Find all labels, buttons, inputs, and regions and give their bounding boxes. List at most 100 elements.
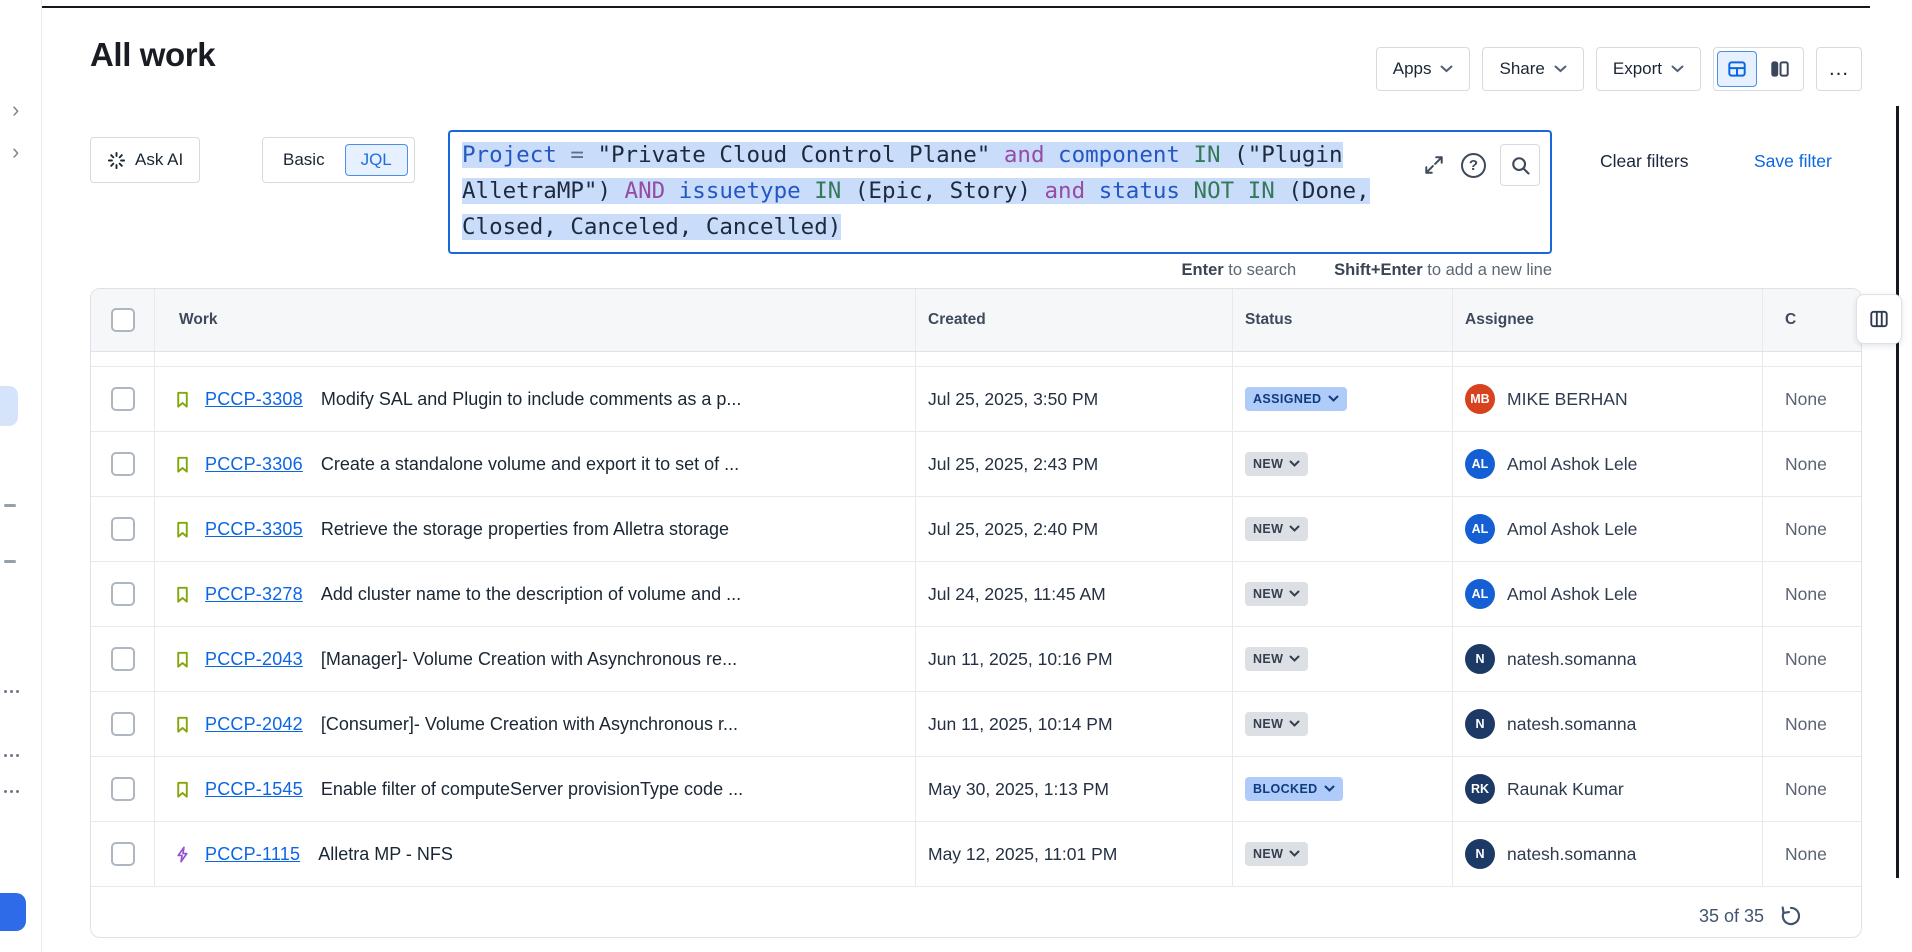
col-header-comments[interactable]: C <box>1763 289 1861 351</box>
comments-value: None <box>1763 562 1861 626</box>
comments-value: None <box>1763 757 1861 821</box>
row-checkbox[interactable] <box>111 777 135 801</box>
avatar: AL <box>1465 514 1495 544</box>
clear-filters-button[interactable]: Clear filters <box>1594 150 1695 173</box>
table-row: PCCP-2042 [Consumer]- Volume Creation wi… <box>91 692 1861 757</box>
chevron-down-icon <box>1289 655 1300 663</box>
assignee-name: Raunak Kumar <box>1507 779 1624 800</box>
help-icon[interactable]: ? <box>1461 153 1486 178</box>
apps-button[interactable]: Apps <box>1376 47 1471 91</box>
page-title: All work <box>90 36 215 74</box>
export-button[interactable]: Export <box>1596 47 1701 91</box>
jql-query-input[interactable]: Project = "Private Cloud Control Plane" … <box>448 130 1552 254</box>
chevron-down-icon <box>1289 590 1300 598</box>
ask-ai-button[interactable]: Ask AI <box>90 137 200 183</box>
table-row: PCCP-3308 Modify SAL and Plugin to inclu… <box>91 367 1861 432</box>
issue-key-link[interactable]: PCCP-3305 <box>205 519 303 540</box>
story-icon <box>173 780 192 799</box>
story-icon <box>173 650 192 669</box>
issue-key-link[interactable]: PCCP-3308 <box>205 389 303 410</box>
assignee-name: natesh.somanna <box>1507 844 1636 865</box>
status-badge[interactable]: NEW <box>1245 582 1308 606</box>
column-settings-button[interactable] <box>1856 294 1902 344</box>
avatar: AL <box>1465 579 1495 609</box>
avatar: RK <box>1465 774 1495 804</box>
expand-icon[interactable] <box>1421 152 1447 178</box>
detail-view-button[interactable] <box>1760 51 1800 87</box>
chevron-down-icon <box>1554 65 1567 73</box>
sidebar-bottom-button[interactable] <box>0 893 26 931</box>
issue-key-link[interactable]: PCCP-1115 <box>205 844 300 865</box>
col-header-work[interactable]: Work <box>155 289 916 351</box>
table-view-icon <box>1726 58 1748 80</box>
issue-key-link[interactable]: PCCP-2043 <box>205 649 303 670</box>
row-checkbox[interactable] <box>111 647 135 671</box>
share-button[interactable]: Share <box>1482 47 1583 91</box>
created-date: Jul 24, 2025, 11:45 AM <box>916 562 1233 626</box>
assignee-name: Amol Ashok Lele <box>1507 519 1637 540</box>
chevron-down-icon <box>1324 785 1335 793</box>
avatar: N <box>1465 644 1495 674</box>
save-filter-button[interactable]: Save filter <box>1748 150 1838 173</box>
work-items-table: Work Created Status Assignee C PCCP-3308… <box>90 288 1862 938</box>
comments-value: None <box>1763 497 1861 561</box>
col-header-status[interactable]: Status <box>1233 289 1453 351</box>
status-badge[interactable]: NEW <box>1245 842 1308 866</box>
avatar: N <box>1465 839 1495 869</box>
sidebar-item-partial <box>4 560 16 563</box>
status-badge[interactable]: ASSIGNED <box>1245 387 1347 411</box>
search-button[interactable] <box>1500 144 1540 186</box>
chevron-down-icon <box>1671 65 1684 73</box>
select-all-checkbox[interactable] <box>111 308 135 332</box>
enter-key-hint: Enter <box>1182 261 1224 279</box>
window-top-edge <box>30 6 1870 8</box>
jql-query-text: Project = "Private Cloud Control Plane" … <box>462 137 1370 245</box>
sidebar-overflow-dots <box>4 754 7 757</box>
jql-mode-button[interactable]: JQL <box>345 144 408 176</box>
status-badge[interactable]: NEW <box>1245 712 1308 736</box>
issue-title: [Consumer]- Volume Creation with Asynchr… <box>321 714 738 735</box>
chevron-down-icon <box>1289 460 1300 468</box>
avatar: AL <box>1465 449 1495 479</box>
col-header-assignee[interactable]: Assignee <box>1453 289 1763 351</box>
issue-key-link[interactable]: PCCP-3278 <box>205 584 303 605</box>
issue-key-link[interactable]: PCCP-1545 <box>205 779 303 800</box>
export-button-label: Export <box>1613 59 1662 79</box>
row-checkbox[interactable] <box>111 712 135 736</box>
apps-button-label: Apps <box>1393 59 1432 79</box>
sidebar-expand-icon[interactable]: › <box>12 142 19 162</box>
table-row: PCCP-1545 Enable filter of computeServer… <box>91 757 1861 822</box>
comments-value: None <box>1763 367 1861 431</box>
basic-mode-button[interactable]: Basic <box>269 150 339 170</box>
search-hint: Enter to searchShift+Enter to add a new … <box>448 261 1552 280</box>
row-checkbox[interactable] <box>111 452 135 476</box>
sidebar-overflow-dots <box>4 690 7 693</box>
sidebar-active-item[interactable] <box>0 386 18 426</box>
partial-scrolled-row <box>91 352 1861 367</box>
issue-title: Add cluster name to the description of v… <box>321 584 741 605</box>
status-badge[interactable]: NEW <box>1245 452 1308 476</box>
issue-key-link[interactable]: PCCP-3306 <box>205 454 303 475</box>
share-button-label: Share <box>1499 59 1544 79</box>
assignee-name: natesh.somanna <box>1507 649 1636 670</box>
row-checkbox[interactable] <box>111 387 135 411</box>
sidebar-expand-icon[interactable]: › <box>12 100 19 120</box>
refresh-button[interactable] <box>1779 904 1803 928</box>
chevron-down-icon <box>1289 720 1300 728</box>
more-button[interactable]: … <box>1816 47 1862 91</box>
assignee-name: natesh.somanna <box>1507 714 1636 735</box>
status-badge[interactable]: NEW <box>1245 647 1308 671</box>
row-checkbox[interactable] <box>111 517 135 541</box>
status-badge[interactable]: BLOCKED <box>1245 777 1343 801</box>
row-checkbox[interactable] <box>111 842 135 866</box>
issue-key-link[interactable]: PCCP-2042 <box>205 714 303 735</box>
created-date: Jul 25, 2025, 2:43 PM <box>916 432 1233 496</box>
col-header-created[interactable]: Created <box>916 289 1233 351</box>
shift-enter-key-hint: Shift+Enter <box>1334 261 1422 279</box>
status-badge[interactable]: NEW <box>1245 517 1308 541</box>
ai-sparkle-icon <box>107 151 126 170</box>
row-checkbox[interactable] <box>111 582 135 606</box>
table-view-button[interactable] <box>1717 51 1757 87</box>
story-icon <box>173 715 192 734</box>
window-right-edge <box>1896 106 1899 878</box>
